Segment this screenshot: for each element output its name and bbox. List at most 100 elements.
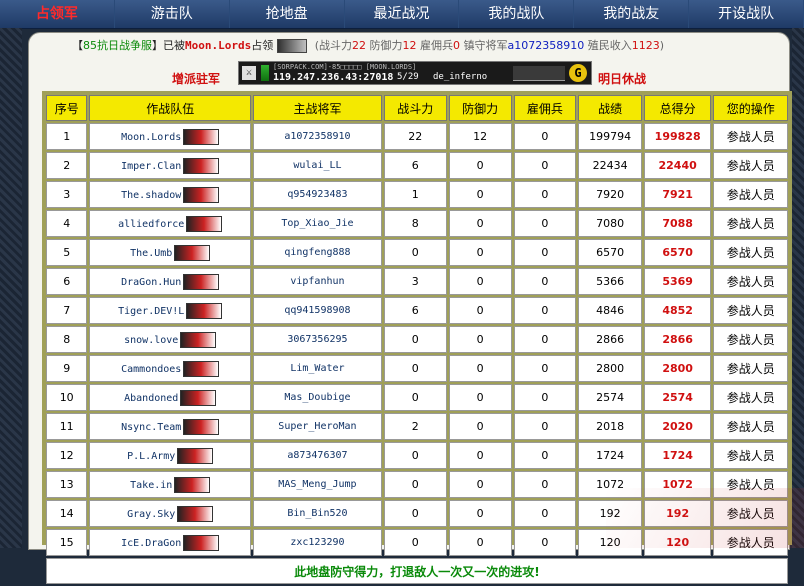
cell-score: 2574 xyxy=(643,384,712,411)
record-text: 1072 xyxy=(596,478,625,491)
defense-text: 0 xyxy=(476,391,484,404)
cell-leader[interactable]: vipfanhun xyxy=(253,268,382,295)
nav-item-3[interactable]: 最近战况 xyxy=(345,0,460,28)
add-garrison-button[interactable]: 增派驻军 xyxy=(172,70,220,87)
cell-op[interactable]: 参战人员 xyxy=(713,268,788,295)
cell-leader[interactable]: Super_HeroMan xyxy=(253,413,382,440)
cell-leader[interactable]: Mas_Doubige xyxy=(253,384,382,411)
cell-team[interactable]: alliedforce xyxy=(89,210,252,237)
cell-record: 2866 xyxy=(578,326,642,353)
combat-text: 0 xyxy=(411,246,419,259)
table-row: 8 snow.love 3067356295 0 0 0 2866 2866 参战人员 xyxy=(46,326,788,353)
cell-team[interactable]: IcE.DraGon xyxy=(89,529,252,556)
cell-team[interactable]: Tiger.DEV!L xyxy=(89,297,252,324)
record-text: 1724 xyxy=(596,449,625,462)
record-text: 2574 xyxy=(596,391,625,404)
team-text: Gray.Sky xyxy=(127,508,176,520)
cell-team[interactable]: The.shadow xyxy=(89,181,252,208)
nav-item-6[interactable]: 开设战队 xyxy=(689,0,804,28)
team-logo-icon xyxy=(183,418,220,435)
cell-leader[interactable]: MAS_Meng_Jump xyxy=(253,471,382,498)
cell-op[interactable]: 参战人员 xyxy=(713,413,788,440)
nav-item-2[interactable]: 抢地盘 xyxy=(230,0,345,28)
cell-op[interactable]: 参战人员 xyxy=(713,297,788,324)
cell-score: 7088 xyxy=(643,210,712,237)
cell-leader[interactable]: a1072358910 xyxy=(253,123,382,150)
team-text: snow.love xyxy=(124,334,179,346)
op-text: 参战人员 xyxy=(726,507,775,521)
team-text: The.shadow xyxy=(121,189,182,201)
table-row: 12 P.L.Army a873476307 0 0 0 1724 1724 参战人员 xyxy=(46,442,788,469)
occupied-by-label: 】已被 xyxy=(152,39,185,52)
team-logo-icon xyxy=(177,447,214,464)
nav-item-5[interactable]: 我的战友 xyxy=(574,0,690,28)
cell-leader[interactable]: Bin_Bin520 xyxy=(253,500,382,527)
cell-team[interactable]: P.L.Army xyxy=(89,442,252,469)
nav-item-1[interactable]: 游击队 xyxy=(115,0,230,28)
score-text: 5369 xyxy=(662,275,693,288)
cell-team[interactable]: Moon.Lords xyxy=(89,123,252,150)
cell-record: 1072 xyxy=(578,471,642,498)
cell-leader[interactable]: a873476307 xyxy=(253,442,382,469)
merc-text: 0 xyxy=(541,420,549,433)
cell-team[interactable]: snow.love xyxy=(89,326,252,353)
occupier-team-link[interactable]: Moon.Lords xyxy=(185,39,251,52)
no-text: 3 xyxy=(63,188,71,201)
cell-team[interactable]: Nsync.Team xyxy=(89,413,252,440)
cell-score: 1072 xyxy=(643,471,712,498)
cell-op[interactable]: 参战人员 xyxy=(713,355,788,382)
cell-merc: 0 xyxy=(513,529,577,556)
team-text: Abandoned xyxy=(124,392,179,404)
cell-leader[interactable]: Lim_Water xyxy=(253,355,382,382)
merc-text: 0 xyxy=(541,536,549,549)
cell-op[interactable]: 参战人员 xyxy=(713,500,788,527)
nav-item-0[interactable]: 占领军 xyxy=(0,0,115,28)
cell-op[interactable]: 参战人员 xyxy=(713,384,788,411)
right-border-decoration xyxy=(792,28,804,548)
cell-team[interactable]: Imper.Clan xyxy=(89,152,252,179)
team-logo-icon xyxy=(183,157,220,174)
cell-leader[interactable]: qq941598908 xyxy=(253,297,382,324)
cell-leader[interactable]: zxc123290 xyxy=(253,529,382,556)
cell-combat: 3 xyxy=(383,268,447,295)
team-text: DraGon.Hun xyxy=(121,276,182,288)
cell-team[interactable]: Cammondoes xyxy=(89,355,252,382)
cell-team[interactable]: The.Umb xyxy=(89,239,252,266)
server-status-banner[interactable]: ⚔ [SORPACK.COM]-85□□□□□ [MOON.LORDS] 119… xyxy=(238,61,592,85)
cell-team[interactable]: Abandoned xyxy=(89,384,252,411)
cell-team[interactable]: Gray.Sky xyxy=(89,500,252,527)
cell-team[interactable]: DraGon.Hun xyxy=(89,268,252,295)
nav-item-4[interactable]: 我的战队 xyxy=(459,0,575,28)
cell-op[interactable]: 参战人员 xyxy=(713,326,788,353)
cell-leader[interactable]: Top_Xiao_Jie xyxy=(253,210,382,237)
general-label: 镇守将军 xyxy=(463,39,508,52)
defense-label: 防御力 xyxy=(369,39,403,52)
leader-text: wulai_LL xyxy=(293,160,342,171)
cell-record: 1724 xyxy=(578,442,642,469)
cell-leader[interactable]: 3067356295 xyxy=(253,326,382,353)
no-text: 14 xyxy=(59,507,74,520)
cell-defense: 0 xyxy=(448,239,512,266)
cell-leader[interactable]: wulai_LL xyxy=(253,152,382,179)
no-text: 10 xyxy=(59,391,74,404)
cell-no: 4 xyxy=(46,210,88,237)
leader-text: vipfanhun xyxy=(290,276,345,287)
ceasefire-tomorrow-button[interactable]: 明日休战 xyxy=(598,70,646,87)
combat-text: 0 xyxy=(411,391,419,404)
cell-op[interactable]: 参战人员 xyxy=(713,123,788,150)
cell-score: 192 xyxy=(643,500,712,527)
cell-op[interactable]: 参战人员 xyxy=(713,442,788,469)
cell-op[interactable]: 参战人员 xyxy=(713,529,788,556)
cell-leader[interactable]: qingfeng888 xyxy=(253,239,382,266)
cell-op[interactable]: 参战人员 xyxy=(713,239,788,266)
cell-score: 199828 xyxy=(643,123,712,150)
cell-record: 4846 xyxy=(578,297,642,324)
general-value[interactable]: a1072358910 xyxy=(508,39,585,52)
cell-op[interactable]: 参战人员 xyxy=(713,471,788,498)
cell-op[interactable]: 参战人员 xyxy=(713,152,788,179)
cell-record: 7920 xyxy=(578,181,642,208)
cell-team[interactable]: Take.in xyxy=(89,471,252,498)
cell-op[interactable]: 参战人员 xyxy=(713,210,788,237)
cell-op[interactable]: 参战人员 xyxy=(713,181,788,208)
cell-leader[interactable]: q954923483 xyxy=(253,181,382,208)
